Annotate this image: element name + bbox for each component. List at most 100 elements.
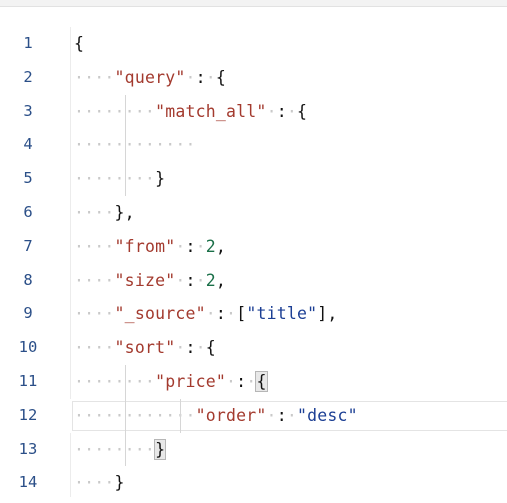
code-token: [ [236, 304, 247, 324]
code-token: "price" [155, 371, 227, 391]
code-token: "match_all" [155, 101, 267, 121]
code-token: 2 [205, 270, 216, 290]
code-token: · [226, 304, 237, 324]
code-text[interactable]: ········"match_all"·:·{ [74, 95, 307, 129]
indent-guide [124, 365, 126, 467]
code-token: "size" [114, 270, 176, 290]
code-line[interactable]: 3 ········"match_all"·:·{ [0, 95, 507, 129]
code-token: "order" [195, 405, 267, 425]
code-token: : [276, 405, 287, 425]
code-line[interactable]: 2 ····"query"·:·{ [0, 61, 507, 95]
code-lines[interactable]: 1{2 ····"query"·:·{3 ········"match_all"·:… [0, 27, 507, 500]
matched-bracket: { [255, 370, 268, 392]
code-token: { [215, 67, 227, 87]
code-token: { [296, 101, 308, 121]
code-token: · [175, 338, 186, 358]
code-token: : [276, 101, 287, 121]
code-text[interactable]: ····"_source"·:·["title"], [74, 297, 338, 331]
code-line[interactable]: 12 ············"order"·:·"desc" [0, 398, 507, 433]
code-token: · [175, 270, 186, 290]
editor-top-border [0, 0, 507, 7]
code-token: · [226, 371, 237, 391]
code-token: : [185, 270, 196, 290]
code-line[interactable]: 6 ····}, [0, 196, 507, 230]
line-number: 1 [23, 34, 33, 52]
code-token: , [215, 236, 227, 256]
code-token: { [205, 338, 216, 358]
indent-guide [180, 398, 182, 433]
code-token: · [195, 338, 206, 358]
code-text[interactable]: ········} [74, 433, 167, 467]
indent-whitespace: ···· [74, 304, 115, 324]
line-number: 8 [23, 270, 33, 289]
code-token: : [195, 67, 206, 87]
code-line[interactable]: 8 ····"size"·:·2, [0, 264, 507, 298]
line-number: 3 [23, 101, 33, 120]
matched-bracket: } [154, 438, 167, 460]
code-text[interactable]: ············ [74, 128, 196, 162]
code-text[interactable]: ········} [74, 162, 165, 196]
code-text[interactable]: ····"query"·:·{ [74, 61, 226, 95]
code-line[interactable]: 11 ········"price"·:·{ [0, 365, 507, 399]
code-token: · [286, 405, 297, 425]
line-number: 12 [18, 405, 38, 424]
code-text[interactable]: ········"price"·:·{ [74, 365, 268, 399]
code-token: 2 [205, 236, 216, 256]
line-number: 13 [18, 439, 38, 458]
code-text[interactable]: ····"sort"·:·{ [74, 331, 216, 365]
indent-whitespace: ···· [74, 67, 115, 87]
indent-whitespace: ···· [74, 236, 115, 256]
code-token: · [185, 67, 196, 87]
code-token: : [236, 371, 247, 391]
code-line[interactable]: 14 ····} [0, 466, 507, 500]
code-text[interactable]: ····} [74, 466, 125, 500]
line-number: 9 [23, 304, 33, 323]
code-line[interactable]: 9 ····"_source"·:·["title"], [0, 297, 507, 331]
code-line[interactable]: 1{ [0, 27, 507, 61]
indent-whitespace: ···· [74, 270, 115, 290]
code-line[interactable]: 10 ····"sort"·:·{ [0, 331, 507, 365]
code-token: · [286, 101, 297, 121]
indent-guide [124, 94, 126, 196]
code-text[interactable]: { [74, 27, 84, 61]
code-token: · [175, 236, 186, 256]
code-token: }, [114, 202, 135, 222]
code-text[interactable]: ············"order"·:·"desc" [74, 399, 358, 433]
indent-whitespace: ···· [74, 473, 115, 493]
code-token: : [185, 338, 196, 358]
line-number: 14 [18, 473, 38, 492]
code-token: "title" [246, 304, 318, 324]
code-token: · [246, 371, 257, 391]
code-token: "desc" [296, 405, 358, 425]
code-token: · [266, 405, 277, 425]
indent-whitespace: ···· [74, 202, 115, 222]
line-number: 2 [23, 67, 33, 86]
indent-whitespace: ········ [74, 371, 156, 391]
code-line[interactable]: 13 ········} [0, 433, 507, 467]
code-token: "sort" [114, 338, 176, 358]
code-line[interactable]: 4 ············ [0, 128, 507, 162]
code-token: } [155, 169, 166, 189]
code-token: { [74, 34, 85, 53]
code-text[interactable]: ····}, [74, 196, 135, 230]
line-number: 11 [18, 371, 38, 390]
indent-whitespace: ············ [74, 405, 196, 425]
code-token: , [215, 270, 227, 290]
code-token: : [215, 304, 227, 324]
indent-whitespace: ········ [74, 169, 156, 189]
indent-whitespace: ············ [74, 135, 196, 155]
code-text[interactable]: ····"size"·:·2, [74, 264, 226, 298]
code-token: : [185, 236, 196, 256]
line-number: 6 [23, 202, 33, 221]
code-token: "_source" [114, 304, 206, 324]
code-token: "from" [114, 236, 176, 256]
code-text[interactable]: ····"from"·:·2, [74, 230, 226, 264]
indent-whitespace: ···· [74, 338, 115, 358]
code-token: · [195, 270, 206, 290]
line-number: 5 [23, 169, 33, 188]
code-token: · [205, 67, 216, 87]
code-line[interactable]: 7 ····"from"·:·2, [0, 230, 507, 264]
code-editor[interactable]: 1{2 ····"query"·:·{3 ········"match_all"·:… [0, 7, 507, 503]
code-line[interactable]: 5 ········} [0, 162, 507, 196]
indent-whitespace: ········ [74, 439, 156, 459]
